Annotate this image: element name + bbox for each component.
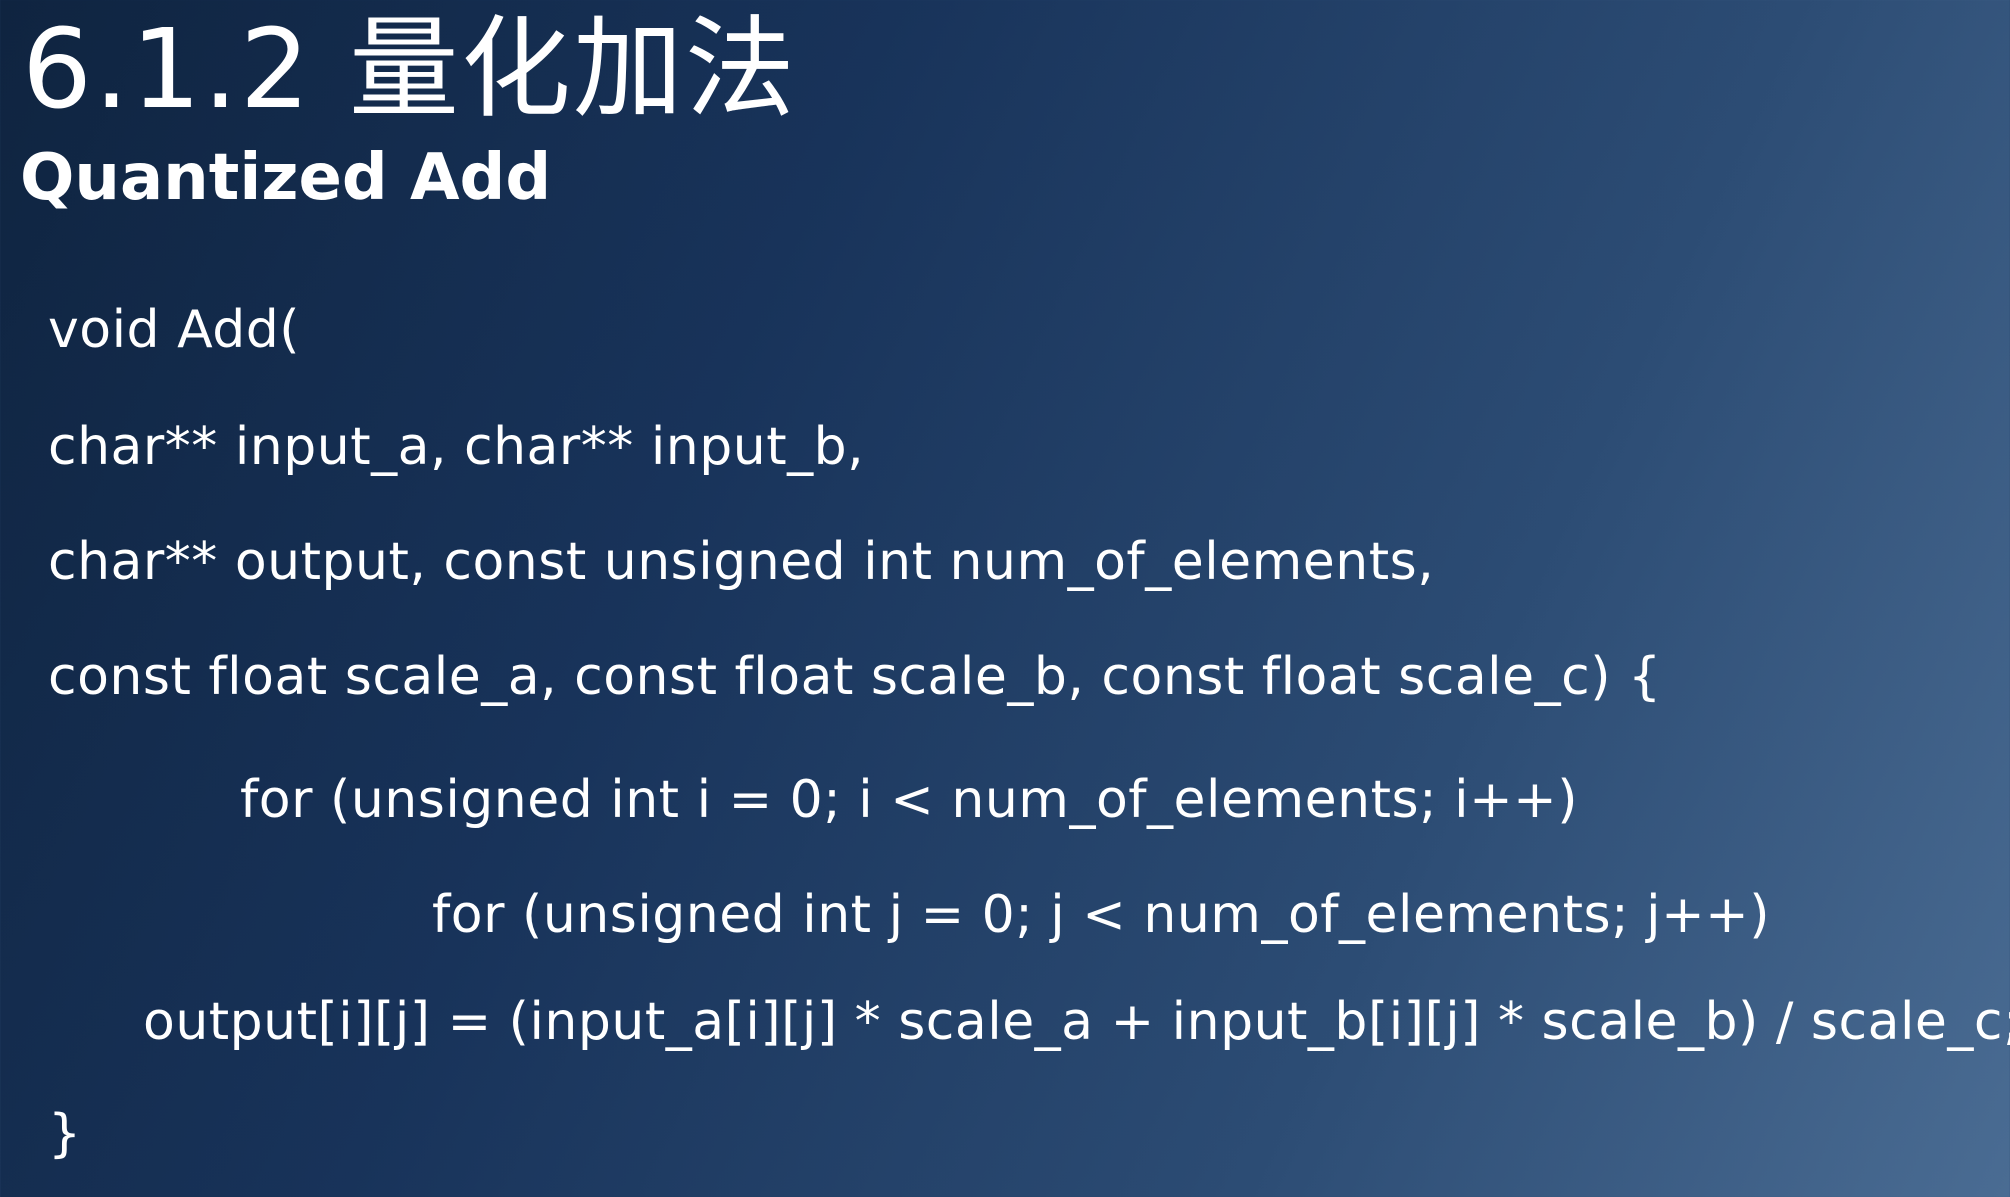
slide: 6.1.2 量化加法 Quantized Add void Add( char*… — [0, 0, 2010, 1197]
code-line: void Add( — [48, 300, 301, 360]
code-block: void Add( char** input_a, char** input_b… — [0, 0, 2010, 1197]
code-line: for (unsigned int j = 0; j < num_of_elem… — [432, 885, 1770, 945]
code-line: char** output, const unsigned int num_of… — [48, 532, 1435, 592]
code-line: const float scale_a, const float scale_b… — [48, 647, 1662, 707]
code-line: output[i][j] = (input_a[i][j] * scale_a … — [143, 992, 2010, 1052]
code-line: for (unsigned int i = 0; i < num_of_elem… — [240, 770, 1578, 830]
code-line: char** input_a, char** input_b, — [48, 417, 865, 477]
code-line: } — [48, 1104, 82, 1164]
